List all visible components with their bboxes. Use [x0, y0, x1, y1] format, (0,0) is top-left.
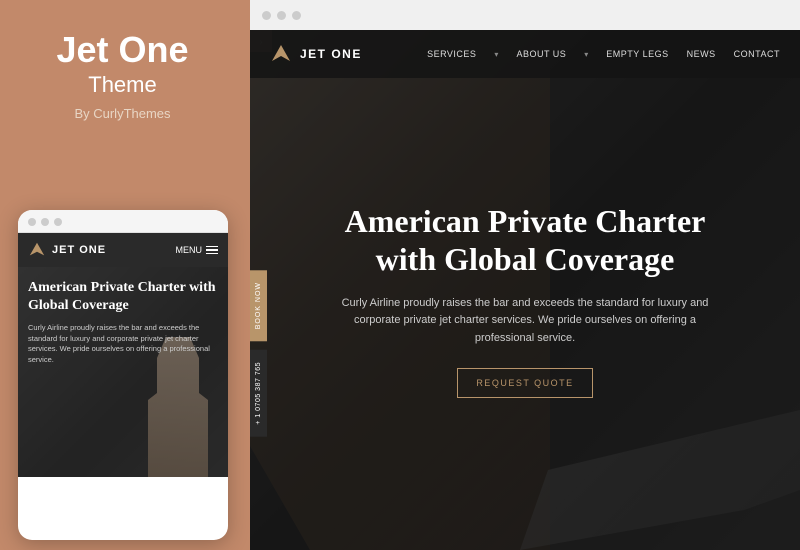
theme-title-line2: Theme: [56, 72, 188, 98]
side-book-now-tab[interactable]: BOOK NOW: [250, 270, 267, 341]
desktop-logo: JET ONE: [270, 43, 362, 65]
right-panel: JET ONE SERVICES ▾ ABOUT US ▾ EMPTY LEGS…: [250, 0, 800, 550]
browser-dot-3: [292, 11, 301, 20]
theme-title-block: Jet One Theme By CurlyThemes: [56, 30, 188, 121]
desktop-nav: JET ONE SERVICES ▾ ABOUT US ▾ EMPTY LEGS…: [250, 30, 800, 78]
desktop-hero: JET ONE SERVICES ▾ ABOUT US ▾ EMPTY LEGS…: [250, 30, 800, 550]
desktop-hero-desc: Curly Airline proudly raises the bar and…: [335, 295, 715, 348]
theme-title-line1: Jet One: [56, 30, 188, 70]
browser-dot-2: [277, 11, 286, 20]
desktop-hero-title: American Private Charter with Global Cov…: [335, 202, 715, 279]
menu-label: MENU: [176, 245, 203, 255]
mobile-header: JET ONE MENU: [18, 233, 228, 267]
dot-3: [54, 218, 62, 226]
desktop-logo-icon: [270, 43, 292, 65]
mobile-logo: JET ONE: [28, 241, 106, 259]
dot-1: [28, 218, 36, 226]
mobile-hero-desc: Curly Airline proudly raises the bar and…: [28, 323, 218, 365]
mobile-browser-dots: [18, 210, 228, 233]
browser-bar: [250, 0, 800, 30]
mobile-logo-icon: [28, 241, 46, 259]
side-phone-tab[interactable]: + 1 0705 387 765: [250, 350, 267, 437]
theme-by: By CurlyThemes: [56, 106, 188, 121]
request-quote-button[interactable]: REQUEST QUOTE: [457, 368, 592, 398]
nav-services[interactable]: SERVICES: [427, 49, 476, 59]
mobile-hero: American Private Charter with Global Cov…: [18, 267, 228, 477]
left-panel: Jet One Theme By CurlyThemes JET ONE MEN…: [0, 0, 245, 550]
about-chevron: ▾: [584, 50, 588, 59]
desktop-logo-text: JET ONE: [300, 47, 362, 61]
menu-line-2: [206, 249, 218, 251]
nav-empty-legs[interactable]: EMPTY LEGS: [606, 49, 668, 59]
menu-line-3: [206, 253, 218, 255]
browser-dot-1: [262, 11, 271, 20]
services-chevron: ▾: [494, 50, 498, 59]
mobile-menu-button[interactable]: MENU: [176, 245, 219, 255]
mobile-mockup: JET ONE MENU American Private Charter wi…: [18, 210, 228, 540]
nav-links: SERVICES ▾ ABOUT US ▾ EMPTY LEGS NEWS CO…: [427, 49, 780, 59]
menu-line-1: [206, 246, 218, 248]
nav-news[interactable]: NEWS: [687, 49, 716, 59]
nav-contact[interactable]: CONTACT: [734, 49, 780, 59]
mobile-hero-content: American Private Charter with Global Cov…: [18, 267, 228, 373]
hamburger-icon: [206, 246, 218, 255]
desktop-hero-content: American Private Charter with Global Cov…: [335, 202, 715, 398]
dot-2: [41, 218, 49, 226]
mobile-logo-text: JET ONE: [52, 244, 106, 256]
nav-about[interactable]: ABOUT US: [516, 49, 566, 59]
mobile-hero-title: American Private Charter with Global Cov…: [28, 279, 218, 315]
